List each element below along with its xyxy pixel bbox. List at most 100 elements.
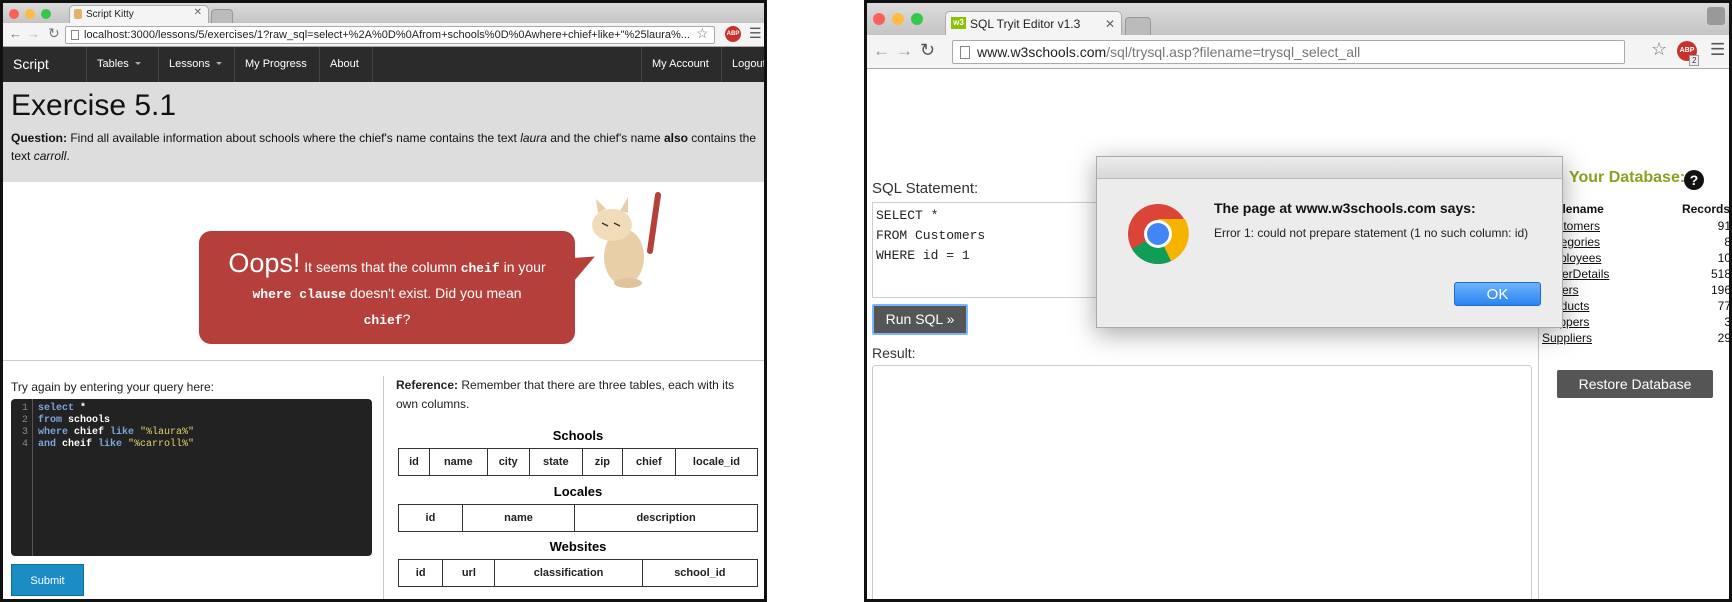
url-field[interactable]: localhost:3000/lessons/5/exercises/1?raw… bbox=[65, 26, 715, 44]
record-count: 3 bbox=[1724, 315, 1731, 329]
profile-icon[interactable] bbox=[1707, 7, 1725, 25]
ok-button[interactable]: OK bbox=[1454, 282, 1541, 306]
record-count: 29 bbox=[1717, 331, 1731, 345]
window-controls[interactable] bbox=[9, 9, 51, 19]
w3schools-window: w3 SQL Tryit Editor v1.3 ✕ ← → ↻ www.w3s… bbox=[864, 0, 1732, 602]
nav-logout[interactable]: Logout bbox=[722, 47, 764, 82]
url-field[interactable]: www.w3schools.com/sql/trysql.asp?filenam… bbox=[952, 40, 1625, 64]
new-tab-button[interactable] bbox=[1125, 17, 1151, 35]
schema-columns-row: id name city state zip chief locale_id bbox=[397, 448, 759, 476]
kitty-mascot-icon bbox=[592, 192, 661, 288]
tab-title: SQL Tryit Editor v1.3 bbox=[970, 17, 1081, 31]
close-tab-icon[interactable]: ✕ bbox=[194, 7, 202, 18]
chevron-down-icon bbox=[134, 62, 141, 68]
code-token: like bbox=[110, 427, 135, 438]
schema-column: school_id bbox=[641, 559, 759, 587]
maximize-window-button[interactable] bbox=[911, 13, 923, 25]
menu-icon[interactable]: ☰ bbox=[749, 25, 762, 42]
question-part: . bbox=[66, 149, 70, 163]
close-window-button[interactable] bbox=[873, 13, 885, 25]
schema-column: description bbox=[574, 504, 758, 532]
reload-icon[interactable]: ↻ bbox=[48, 25, 60, 42]
minimize-window-button[interactable] bbox=[892, 13, 904, 25]
code-line: select * bbox=[38, 403, 194, 415]
code-line: where chief like "%laura%" bbox=[38, 427, 194, 439]
nav-tables[interactable]: Tables bbox=[87, 47, 159, 82]
schema-columns-row: id name description bbox=[398, 504, 758, 532]
nav-my-account[interactable]: My Account bbox=[641, 47, 722, 82]
exercise-header: Exercise 5.1 Question: Find all availabl… bbox=[3, 82, 764, 182]
database-table-row: Products 77 bbox=[1539, 299, 1729, 315]
nav-lessons-label: Lessons bbox=[169, 58, 210, 70]
page-icon bbox=[71, 30, 79, 40]
schema-columns-row: id url classification school_id bbox=[397, 559, 759, 587]
schema-column: id bbox=[397, 448, 431, 476]
url-host: www.w3schools.com bbox=[977, 44, 1107, 60]
try-again-label: Try again by entering your query here: bbox=[11, 380, 214, 394]
address-bar: ← → ↻ www.w3schools.com/sql/trysql.asp?f… bbox=[867, 35, 1729, 69]
title-bar: w3 SQL Tryit Editor v1.3 ✕ bbox=[867, 3, 1729, 35]
schema-table-title: Websites bbox=[549, 539, 607, 554]
back-icon[interactable]: ← bbox=[873, 41, 890, 61]
query-editor[interactable]: 1234 select * from schools where chief lik… bbox=[11, 399, 372, 556]
line-number: 3 bbox=[21, 427, 28, 438]
adblock-count: 2 bbox=[1689, 55, 1700, 66]
title-bar: Script Kitty ✕ bbox=[3, 3, 764, 23]
page-icon bbox=[960, 46, 970, 59]
nav-my-progress[interactable]: My Progress bbox=[235, 47, 320, 82]
run-sql-button[interactable]: Run SQL » bbox=[872, 304, 968, 335]
brand-link[interactable]: Script Kitty bbox=[3, 47, 87, 107]
records-header: Records bbox=[1681, 202, 1730, 216]
nav-lessons[interactable]: Lessons bbox=[159, 47, 235, 82]
question-part: and the chief's name bbox=[546, 131, 664, 145]
record-count: 10 bbox=[1717, 251, 1731, 265]
back-icon[interactable]: ← bbox=[9, 26, 22, 41]
code-lines[interactable]: select * from schools where chief like "%l… bbox=[38, 403, 194, 451]
table-link[interactable]: Suppliers bbox=[1542, 331, 1592, 345]
schema-table: id name description bbox=[398, 504, 758, 532]
adblock-icon[interactable]: ABP bbox=[725, 26, 741, 42]
sql-input[interactable]: SELECT * FROM Customers WHERE id = 1 bbox=[872, 202, 1102, 298]
error-text: ? bbox=[402, 311, 411, 327]
reload-icon[interactable]: ↻ bbox=[920, 40, 935, 61]
close-window-button[interactable] bbox=[9, 9, 19, 19]
database-table-row: Employees 10 bbox=[1539, 251, 1731, 267]
minimize-window-button[interactable] bbox=[25, 9, 35, 19]
maximize-window-button[interactable] bbox=[41, 9, 51, 19]
schema-column: url bbox=[442, 559, 496, 587]
question-term: laura bbox=[520, 131, 547, 145]
dialog-heading: The page at www.w3schools.com says: bbox=[1214, 200, 1476, 216]
script-kitty-window: Script Kitty ✕ ← → ↻ localhost:3000/less… bbox=[0, 0, 767, 602]
page-title: Exercise 5.1 bbox=[11, 89, 177, 122]
browser-tab[interactable]: w3 SQL Tryit Editor v1.3 ✕ bbox=[945, 11, 1122, 35]
forward-icon[interactable]: → bbox=[27, 26, 40, 41]
menu-icon[interactable]: ☰ bbox=[1710, 40, 1725, 60]
restore-database-button[interactable]: Restore Database bbox=[1557, 370, 1713, 398]
schema-column: chief bbox=[621, 448, 676, 476]
bookmark-star-icon[interactable]: ☆ bbox=[696, 25, 709, 42]
error-code: chief bbox=[363, 313, 403, 328]
close-tab-icon[interactable]: ✕ bbox=[1105, 17, 1115, 31]
error-bubble: Oops! It seems that the column cheif in … bbox=[199, 231, 575, 344]
nav-about[interactable]: About bbox=[320, 47, 373, 82]
column-divider bbox=[383, 376, 384, 599]
database-table-row: Suppliers 29 bbox=[1539, 331, 1731, 347]
url-text: localhost:3000/lessons/5/exercises/1?raw… bbox=[84, 29, 690, 41]
reference-label: Reference: bbox=[396, 378, 459, 392]
new-tab-button[interactable] bbox=[211, 9, 233, 23]
code-line: and cheif like "%carroll%" bbox=[38, 439, 194, 451]
forward-icon[interactable]: → bbox=[896, 41, 913, 61]
help-icon[interactable]: ? bbox=[1684, 170, 1704, 190]
nav-tables-label: Tables bbox=[97, 58, 129, 70]
w3-favicon-icon: w3 bbox=[951, 17, 966, 29]
browser-tab[interactable]: Script Kitty ✕ bbox=[69, 5, 209, 23]
submit-button[interactable]: Submit bbox=[11, 564, 84, 596]
schema-column: name bbox=[429, 448, 488, 476]
bookmark-star-icon[interactable]: ☆ bbox=[1651, 39, 1667, 60]
record-count: 91 bbox=[1717, 219, 1731, 233]
code-token: "%laura%" bbox=[134, 427, 195, 438]
error-code: cheif bbox=[460, 261, 500, 276]
database-table-row: Customers 91 bbox=[1539, 219, 1731, 235]
schema-column: name bbox=[461, 504, 576, 532]
window-controls[interactable] bbox=[873, 13, 923, 25]
